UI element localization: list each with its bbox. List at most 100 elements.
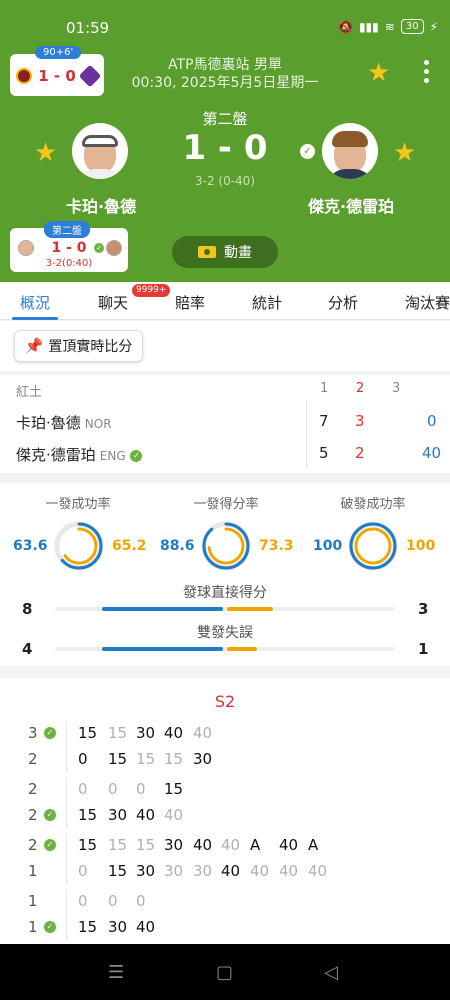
active-tab-indicator	[12, 317, 58, 320]
point-score: 40	[193, 836, 213, 854]
point-score: 0	[136, 780, 146, 798]
player-right-avatar[interactable]	[322, 123, 378, 179]
status-time: 01:59	[66, 19, 110, 37]
favorite-player-left-star-icon[interactable]: ★	[34, 140, 57, 166]
signal-icon: ▮▮▮	[358, 19, 379, 34]
stat-right-first-serve-in: 65.2	[112, 538, 147, 554]
stat-left-first-serve-in: 63.6	[13, 538, 48, 554]
table-player-1-nation: NOR	[84, 417, 112, 431]
point-score: 15	[136, 750, 156, 768]
match-header: 01:59 🔕 ▮▮▮ ≋ 30 ⚡ 90+6' 1 - 0 ATP馬德裏站 男…	[0, 0, 450, 282]
floating-game-score: 3-2(0:40)	[45, 258, 93, 269]
game-winner-check-icon: ✓	[44, 809, 56, 821]
stat-title-break-success: 破發成功率	[340, 497, 406, 512]
point-score: 40	[221, 836, 241, 854]
ring-first-serve-won	[201, 521, 251, 571]
point-score: 0	[78, 862, 88, 880]
pin-label: 置頂實時比分	[48, 339, 133, 355]
charging-icon: ⚡	[429, 19, 438, 34]
animation-button[interactable]: 動畫	[172, 236, 278, 268]
game-winner-check-icon: ✓	[44, 839, 56, 851]
menu-icon[interactable]: ☰	[108, 962, 124, 983]
p1-set1: 7	[319, 412, 329, 430]
games-count: 2	[28, 806, 38, 824]
table-player-2-name: 傑克·德雷珀	[16, 446, 96, 464]
games-count: 1	[28, 862, 38, 880]
floating-right-avatar	[106, 240, 122, 256]
tab-chat[interactable]: 聊天	[98, 292, 128, 313]
floating-set-badge: 第二盤	[44, 221, 90, 238]
tab-overview[interactable]: 概況	[20, 292, 50, 313]
player-right-name[interactable]: 傑克·德雷珀	[308, 193, 394, 217]
point-score: 0	[78, 780, 88, 798]
stat-title-first-serve-won: 一發得分率	[193, 497, 259, 512]
favorite-player-right-star-icon[interactable]: ★	[393, 140, 416, 166]
table-player-1-name: 卡珀·魯德	[16, 414, 81, 432]
point-score: 15	[78, 724, 98, 742]
point-score: 0	[78, 750, 88, 768]
p2-set2: 2	[355, 444, 365, 462]
table-row-player-2: 傑克·德雷珀 ENG ✓	[16, 444, 143, 465]
set-header-3: 3	[392, 381, 401, 396]
more-menu-icon[interactable]	[424, 60, 430, 87]
stat-left-break-success: 100	[313, 538, 343, 554]
surface-label: 紅土	[16, 385, 43, 400]
tab-knockout[interactable]: 淘汰賽	[405, 292, 450, 313]
point-score: 15	[164, 780, 184, 798]
point-score: 40	[136, 806, 156, 824]
point-score: 15	[108, 836, 128, 854]
game-log-row: 2 ✓ 15 30 40 40	[0, 806, 450, 828]
point-score: 15	[78, 806, 98, 824]
point-score: 40	[250, 862, 270, 880]
player-left-name[interactable]: 卡珀·魯德	[66, 193, 136, 217]
player-left-avatar[interactable]	[72, 123, 128, 179]
system-nav-bar: ☰ ▢ ◁	[0, 944, 450, 1000]
aces-bar-left	[101, 607, 223, 611]
point-score: 30	[136, 862, 156, 880]
tab-bar: 概況 聊天 賠率 統計 分析 淘汰賽	[0, 282, 450, 320]
point-score: 15	[78, 836, 98, 854]
point-score: 15	[108, 750, 128, 768]
point-score: 0	[108, 892, 118, 910]
game-log-row: 1000	[0, 892, 450, 914]
tab-stats[interactable]: 統計	[252, 292, 282, 313]
p1-set2: 3	[355, 412, 365, 430]
games-count: 1	[28, 892, 38, 910]
point-score: 40	[221, 862, 241, 880]
set-header-2: 2	[356, 381, 365, 396]
game-log-row: 2 0 0 0 15	[0, 780, 450, 802]
p2-set1: 5	[319, 444, 329, 462]
point-score: 15	[164, 750, 184, 768]
aces-left: 8	[22, 600, 33, 618]
game-log-row: 3 ✓ 15 15 30 40 40	[0, 724, 450, 746]
back-icon[interactable]: ◁	[324, 962, 338, 983]
point-score: 40	[164, 724, 184, 742]
bar-title-aces: 發球直接得分	[183, 585, 267, 601]
stat-right-break-success: 100	[406, 538, 436, 554]
stat-title-first-serve-in: 一發成功率	[45, 497, 111, 512]
tab-analysis[interactable]: 分析	[328, 292, 358, 313]
game-log-row: 2 ✓ 15 15 15 30 40 40 A 40 A	[0, 836, 450, 858]
games-count: 1	[28, 918, 38, 936]
table-player-2-nation: ENG	[99, 449, 126, 463]
point-score: 15	[136, 836, 156, 854]
point-score: 30	[193, 750, 213, 768]
point-score: 40	[193, 724, 213, 742]
point-score: 15	[78, 918, 98, 936]
home-icon[interactable]: ▢	[216, 962, 233, 983]
tab-odds[interactable]: 賠率	[175, 292, 205, 313]
favorite-match-star-icon[interactable]: ★	[367, 60, 390, 86]
serving-check-icon: ✓	[130, 449, 143, 462]
p1-points: 0	[427, 412, 437, 430]
point-score: 0	[136, 892, 146, 910]
game-log-row: 2 0 15 15 15 30	[0, 750, 450, 772]
point-score: 30	[108, 918, 128, 936]
point-score: 30	[164, 862, 184, 880]
point-score: 0	[108, 780, 118, 798]
double-faults-right: 1	[418, 640, 429, 658]
game-score: 3-2 (0-40)	[194, 174, 255, 188]
point-score: 30	[108, 806, 128, 824]
floating-score-card[interactable]: 第二盤 1 - 0 ✓ 3-2(0:40)	[10, 221, 128, 272]
pin-live-score-button[interactable]: 📌 置頂實時比分	[14, 330, 143, 362]
point-score: 40	[164, 806, 184, 824]
